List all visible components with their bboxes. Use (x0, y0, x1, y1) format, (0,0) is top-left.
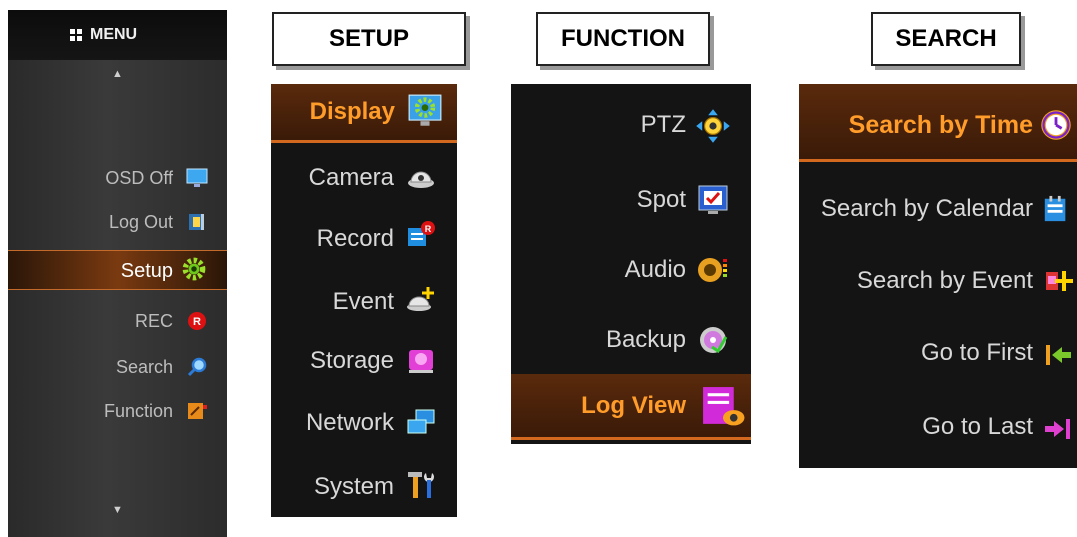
ptz-icon (696, 109, 730, 143)
main-menu: MENU ▲ OSD Off Log Out Setup REC R Searc… (8, 10, 227, 537)
function-title-box: FUNCTION (536, 12, 710, 66)
setup-item-label: Network (305, 409, 394, 436)
setup-item-event[interactable]: Event (271, 283, 457, 323)
setup-item-label: Camera (308, 164, 394, 191)
tools-icon (408, 472, 434, 498)
search-item-label: Search by Event (856, 267, 1033, 294)
go-first-icon (1046, 345, 1071, 365)
log-view-icon (703, 387, 745, 426)
record-icon: R (188, 312, 206, 330)
event-camera-icon (407, 287, 434, 311)
function-item-log-view[interactable]: Log View (511, 374, 751, 440)
menu-item-label: OSD Off (105, 168, 173, 188)
function-item-audio[interactable]: Audio (511, 249, 751, 293)
clock-icon (1041, 110, 1071, 140)
menu-title: MENU (90, 26, 138, 43)
svg-text:R: R (193, 316, 201, 328)
search-item-label: Search by Calendar (820, 195, 1033, 222)
menu-item-function[interactable]: Function (8, 392, 227, 430)
menu-item-label: Search (115, 357, 173, 377)
calendar-icon (1044, 195, 1066, 222)
function-item-label: Backup (605, 326, 686, 353)
logout-icon (189, 214, 204, 230)
function-item-ptz[interactable]: PTZ (511, 104, 751, 148)
menu-item-setup[interactable]: Setup (8, 250, 227, 290)
setup-item-camera[interactable]: Camera (271, 159, 457, 199)
display-gear-icon (408, 94, 442, 126)
menu-header: MENU (8, 10, 227, 60)
function-panel: PTZ Spot Audio Backup Log View (511, 84, 751, 444)
speaker-icon (698, 258, 727, 282)
setup-item-network[interactable]: Network (271, 404, 457, 444)
function-item-backup[interactable]: Backup (511, 319, 751, 363)
menu-grid-icon (70, 29, 83, 41)
search-item-by-calendar[interactable]: Search by Calendar (799, 188, 1077, 232)
svg-text:R: R (425, 224, 432, 234)
menu-item-search[interactable]: Search (8, 348, 227, 386)
record-schedule-icon: R (408, 221, 435, 246)
function-item-label: Log View (581, 392, 686, 419)
scroll-down-icon[interactable]: ▼ (112, 504, 123, 516)
setup-item-display[interactable]: Display (271, 84, 457, 143)
search-panel: Search by Time Search by Calendar Search… (799, 84, 1077, 468)
search-item-label: Go to First (920, 339, 1033, 366)
event-search-icon (1046, 271, 1073, 291)
go-last-icon (1045, 419, 1070, 439)
menu-item-label: Setup (120, 260, 173, 282)
menu-item-label: Log Out (108, 212, 173, 232)
gear-icon (182, 257, 206, 281)
menu-item-label: REC (134, 311, 173, 331)
scroll-up-icon[interactable]: ▲ (112, 68, 123, 80)
storage-icon (409, 350, 433, 373)
function-item-label: Spot (636, 186, 686, 213)
setup-item-label: Display (309, 98, 395, 125)
search-item-by-time[interactable]: Search by Time (799, 84, 1077, 162)
setup-item-system[interactable]: System (271, 468, 457, 508)
search-title-box: SEARCH (871, 12, 1021, 66)
setup-item-record[interactable]: Record R (271, 220, 457, 260)
menu-item-log-out[interactable]: Log Out (8, 203, 227, 241)
menu-item-osd-off[interactable]: OSD Off (8, 159, 227, 197)
spot-icon (698, 185, 728, 214)
setup-item-label: Storage (309, 347, 394, 374)
function-item-spot[interactable]: Spot (511, 179, 751, 223)
disc-icon (700, 327, 728, 354)
setup-panel: Display Camera Record R Event Storage Ne… (271, 84, 457, 517)
setup-item-label: Record (316, 225, 394, 252)
function-item-label: Audio (624, 256, 686, 283)
network-icon (407, 409, 435, 434)
menu-item-label: Function (103, 401, 173, 421)
function-icon (188, 403, 207, 419)
setup-item-storage[interactable]: Storage (271, 342, 457, 382)
dome-camera-icon (408, 171, 434, 188)
setup-item-label: System (313, 473, 394, 500)
monitor-icon (186, 168, 208, 187)
function-item-label: PTZ (640, 111, 686, 138)
search-item-go-to-first[interactable]: Go to First (799, 332, 1077, 376)
search-item-by-event[interactable]: Search by Event (799, 260, 1077, 304)
menu-item-rec[interactable]: REC R (8, 302, 227, 340)
search-item-label: Search by Time (848, 111, 1033, 139)
setup-item-label: Event (332, 288, 394, 315)
search-item-label: Go to Last (922, 413, 1033, 440)
magnifier-icon (187, 357, 207, 377)
setup-title-box: SETUP (272, 12, 466, 66)
search-item-go-to-last[interactable]: Go to Last (799, 406, 1077, 450)
